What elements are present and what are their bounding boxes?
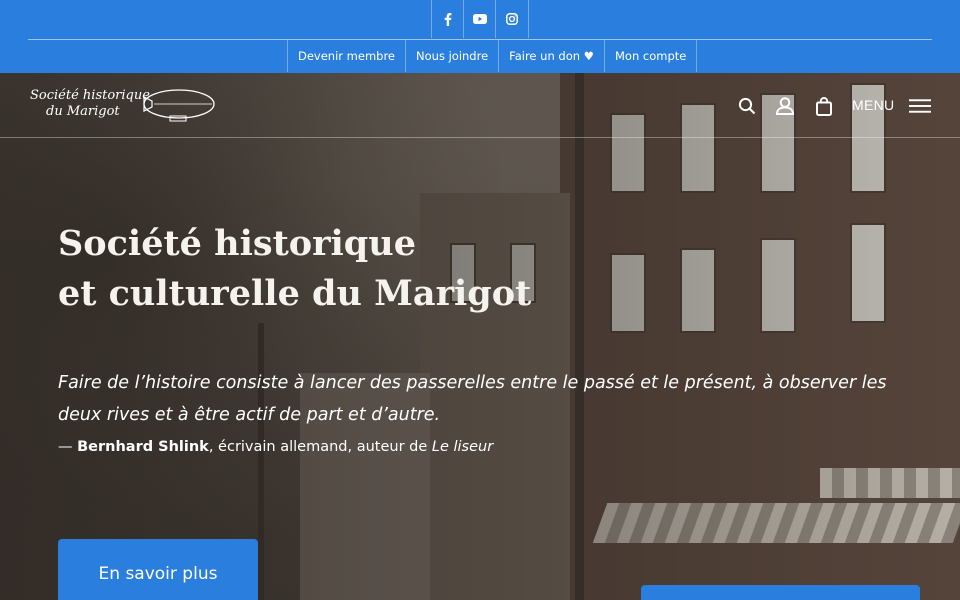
hero-title-line1: Société historique: [58, 223, 416, 264]
top-bar: Devenir membre Nous joindre Faire un don…: [0, 0, 960, 73]
facebook-icon: [444, 12, 451, 26]
hero-quote: Faire de l’histoire consiste à lancer de…: [58, 373, 887, 425]
search-button[interactable]: [736, 95, 758, 117]
social-links: [431, 0, 529, 38]
nav-mon-compte[interactable]: Mon compte: [604, 40, 698, 72]
site-logo[interactable]: Société historique du Marigot: [30, 87, 220, 127]
hamburger-wrap: [909, 95, 931, 117]
search-icon: [738, 97, 756, 115]
cart-wrap: [813, 95, 835, 117]
learn-more-label: En savoir plus: [98, 564, 218, 584]
airship-icon: [143, 89, 215, 122]
menu-label[interactable]: MENU: [852, 97, 894, 113]
nav-devenir-membre[interactable]: Devenir membre: [287, 40, 405, 72]
header-divider: [0, 137, 960, 138]
instagram-icon: [506, 13, 518, 25]
secondary-cta-button[interactable]: [641, 585, 920, 600]
logo-text-line1: Société historique: [30, 88, 150, 103]
cart-button[interactable]: [813, 95, 835, 117]
hero-title-line2: et culturelle du Marigot: [58, 273, 532, 314]
facebook-link[interactable]: [431, 0, 463, 38]
quote-attribution: — Bernhard Shlink, écrivain allemand, au…: [58, 439, 758, 455]
account-wrap: [774, 95, 796, 117]
attribution-author: Bernhard Shlink: [77, 439, 209, 455]
hero-section: Société historique du Marigot MENU Socié…: [0, 73, 960, 600]
hero-title: Société historique et culturelle du Mari…: [58, 219, 618, 319]
secondary-nav: Devenir membre Nous joindre Faire un don…: [287, 40, 698, 72]
account-button[interactable]: [774, 95, 796, 117]
menu-button[interactable]: [909, 95, 931, 117]
youtube-link[interactable]: [463, 0, 495, 38]
youtube-icon: [472, 14, 487, 24]
cart-icon: [816, 96, 832, 116]
account-icon: [775, 97, 795, 115]
header-icons: [736, 95, 758, 117]
hamburger-icon: [909, 99, 931, 113]
attribution-dash: —: [58, 439, 78, 455]
attribution-book: Le liseur: [431, 439, 494, 455]
learn-more-button[interactable]: En savoir plus: [58, 539, 258, 600]
instagram-link[interactable]: [495, 0, 529, 38]
logo-text-line2: du Marigot: [46, 104, 120, 119]
nav-nous-joindre[interactable]: Nous joindre: [405, 40, 498, 72]
attribution-description: , écrivain allemand, auteur de: [208, 439, 432, 455]
nav-faire-un-don[interactable]: Faire un don ♥: [498, 40, 604, 72]
